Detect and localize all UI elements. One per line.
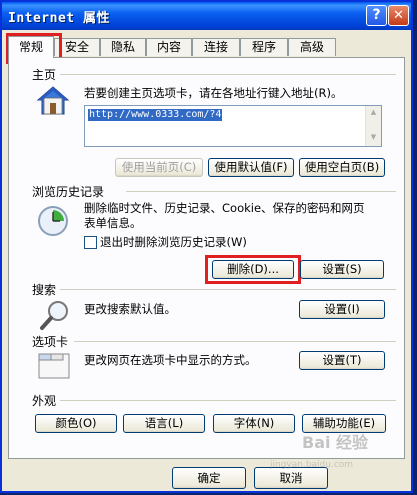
divider xyxy=(74,341,396,342)
use-blank-button[interactable]: 使用空白页(B) xyxy=(299,158,385,177)
tab-strip: 常规 安全 隐私 内容 连接 程序 高级 xyxy=(8,36,408,58)
fonts-button[interactable]: 字体(N) xyxy=(213,414,295,433)
magnifier-icon xyxy=(38,298,72,335)
highlight-delete-button xyxy=(205,255,301,284)
scroll-up-icon: ▲ xyxy=(370,108,377,116)
cancel-button[interactable]: 取消 xyxy=(254,467,328,489)
divider xyxy=(60,74,396,75)
scroll-down-icon: ▼ xyxy=(370,133,377,141)
use-default-button[interactable]: 使用默认值(F) xyxy=(208,158,294,177)
divider xyxy=(126,191,396,192)
tab-advanced[interactable]: 高级 xyxy=(288,38,336,56)
search-description: 更改搜索默认值。 xyxy=(84,302,176,316)
homepage-url-value: http://www.0333.com/?4 xyxy=(88,109,223,121)
url-scrollbar[interactable]: ▲ ▼ xyxy=(365,106,381,146)
baidu-watermark: Bai 经验 xyxy=(302,433,369,452)
tabs-settings-button[interactable]: 设置(T) xyxy=(299,351,385,370)
use-current-button[interactable]: 使用当前页(C) xyxy=(115,158,203,177)
search-settings-button[interactable]: 设置(I) xyxy=(299,300,385,319)
history-section-title: 浏览历史记录 xyxy=(32,185,105,199)
history-description-2: 表单信息。 xyxy=(84,216,142,230)
ok-button[interactable]: 确定 xyxy=(172,467,246,489)
appearance-section-title: 外观 xyxy=(32,394,57,408)
home-icon xyxy=(36,84,70,121)
tabbed-window-icon xyxy=(36,348,72,385)
home-description: 若要创建主页选项卡，请在各地址行键入地址(R)。 xyxy=(84,86,343,100)
window-title: Internet 属性 xyxy=(8,11,110,26)
divider xyxy=(60,400,396,401)
internet-properties-window: Internet 属性 ? ✕ 常规 安全 隐私 内容 连接 程序 高级 主页 … xyxy=(0,0,413,493)
tab-privacy[interactable]: 隐私 xyxy=(100,38,146,56)
search-section-title: 搜索 xyxy=(32,283,57,297)
close-button[interactable]: ✕ xyxy=(388,5,409,26)
tab-programs[interactable]: 程序 xyxy=(240,38,288,56)
tabs-description: 更改网页在选项卡中显示的方式。 xyxy=(84,353,257,367)
history-clock-icon xyxy=(35,203,71,242)
divider xyxy=(60,289,396,290)
home-section-title: 主页 xyxy=(32,68,57,82)
history-description-1: 删除临时文件、历史记录、Cookie、保存的密码和网页 xyxy=(84,201,365,215)
delete-on-exit-checkbox[interactable] xyxy=(84,236,97,249)
tab-general[interactable]: 常规 xyxy=(8,36,54,58)
baidu-watermark-url: jingyan.baidu.com xyxy=(270,460,354,470)
delete-on-exit-label: 退出时删除浏览历史记录(W) xyxy=(100,235,247,249)
tab-content[interactable]: 内容 xyxy=(146,38,192,56)
homepage-url-input[interactable]: http://www.0333.com/?4 ▲ ▼ xyxy=(84,105,382,147)
help-button[interactable]: ? xyxy=(366,5,387,26)
colors-button[interactable]: 颜色(O) xyxy=(35,414,117,433)
languages-button[interactable]: 语言(L) xyxy=(123,414,205,433)
history-settings-button[interactable]: 设置(S) xyxy=(300,260,384,279)
title-bar[interactable]: Internet 属性 ? ✕ xyxy=(2,2,411,30)
tab-connections[interactable]: 连接 xyxy=(192,38,240,56)
